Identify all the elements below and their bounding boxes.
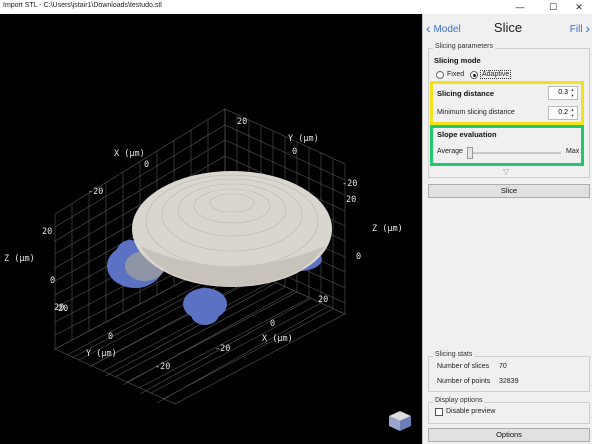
group-caption: Slicing parameters: [433, 43, 495, 50]
tick-label: 20: [346, 195, 356, 205]
tick-label: 20: [42, 227, 52, 237]
tick-label: 0: [292, 147, 297, 157]
panel-navigation: ‹ Model Slice Fill ›: [423, 14, 592, 42]
slice-button[interactable]: Slice: [428, 184, 590, 198]
slice-panel: ‹ Model Slice Fill › Slicing parameters …: [422, 14, 592, 444]
group-caption: Slicing stats: [433, 351, 475, 358]
chevron-right-icon: ›: [585, 20, 590, 36]
x-axis-title-bottom: X (μm): [262, 334, 293, 344]
z-axis-title-right: Z (μm): [372, 224, 403, 234]
tick-label: 0: [144, 160, 149, 170]
chevron-left-icon: ‹: [426, 20, 431, 36]
slices-count-label: Number of slices: [437, 363, 490, 370]
tick-label: 20: [318, 295, 328, 305]
group-caption: Display options: [433, 397, 485, 404]
slicing-mode-label: Slicing mode: [434, 56, 481, 65]
chevron-down-icon[interactable]: ▽: [503, 167, 509, 176]
scene-render: X (μm) Y (μm) Z (μm) Z (μm) X (μm) Y (μm…: [4, 108, 403, 405]
forward-label: Fill: [569, 24, 583, 35]
tick-label: -20: [155, 362, 170, 372]
tick-label: 0: [108, 332, 113, 342]
disable-preview-checkbox[interactable]: [435, 408, 443, 416]
back-label: Model: [433, 24, 461, 35]
tick-label: 20: [237, 117, 247, 127]
tick-label: 0: [270, 319, 275, 329]
options-button[interactable]: Options: [428, 428, 590, 442]
radio-fixed[interactable]: [436, 71, 444, 79]
window-title: Import STL - C:\Users\jstair1\Downloads\…: [3, 2, 162, 9]
highlight-box-yellow: [430, 81, 584, 125]
points-count-label: Number of points: [437, 378, 491, 385]
maximize-icon[interactable]: ☐: [541, 0, 565, 14]
radio-fixed-label: Fixed: [447, 71, 465, 78]
title-bar: Import STL - C:\Users\jstair1\Downloads\…: [0, 0, 592, 14]
y-axis-title-bottom: Y (μm): [86, 349, 117, 359]
close-icon[interactable]: ✕: [567, 0, 591, 14]
forward-to-fill-button[interactable]: Fill ›: [569, 19, 590, 36]
radio-adaptive[interactable]: [470, 71, 478, 79]
x-axis-title-top: X (μm): [114, 149, 145, 159]
disable-preview-label: Disable preview: [446, 408, 496, 415]
z-axis-title-left: Z (μm): [4, 254, 35, 264]
highlight-box-green: [430, 125, 584, 166]
slicing-stats-group: Slicing stats: [428, 351, 590, 392]
orientation-cube-icon[interactable]: [388, 410, 412, 432]
tick-label: 0: [356, 252, 361, 262]
tick-label: 20: [54, 303, 64, 313]
tick-label: -20: [215, 344, 230, 354]
tick-label: -20: [342, 179, 357, 189]
slices-count-value: 70: [499, 363, 507, 370]
tick-label: -20: [88, 187, 103, 197]
panel-title: Slice: [493, 20, 523, 35]
minimize-icon[interactable]: —: [508, 0, 532, 14]
tick-label: 0: [50, 276, 55, 286]
3d-viewport[interactable]: X (μm) Y (μm) Z (μm) Z (μm) X (μm) Y (μm…: [0, 14, 422, 444]
y-axis-title-top: Y (μm): [288, 134, 319, 144]
back-to-model-button[interactable]: ‹ Model: [426, 19, 461, 36]
points-count-value: 32839: [499, 378, 519, 385]
radio-adaptive-label: Adaptive: [480, 70, 512, 79]
